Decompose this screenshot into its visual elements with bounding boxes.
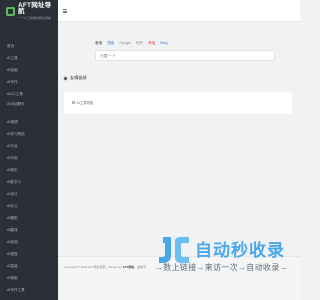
- copyright-prefix: Copyright © 2025 AFT网址导航 · Design by: [64, 265, 122, 269]
- sidebar-item[interactable]: AI翻译: [0, 224, 58, 236]
- brand-subtitle: 一个人工智能的网址导航: [17, 15, 51, 20]
- search-area: 常用 搜索 Google 知乎 淘宝 Bing: [95, 40, 275, 61]
- sidebar-item[interactable]: AI代码: [0, 152, 58, 164]
- sidebar-nav: 首页 AI工具 AI绘画 AI写作 AIGC工具 AI对话聊天 AI视频 AI学…: [0, 40, 58, 296]
- search-tab[interactable]: 搜索: [107, 41, 114, 46]
- search-box: [95, 50, 275, 61]
- sidebar-item[interactable]: AI学习网站: [0, 128, 58, 140]
- copyright: Copyright © 2025 AFT网址导航 · Design by AFT…: [64, 265, 146, 269]
- sidebar-item[interactable]: AIGC工具: [0, 88, 58, 100]
- watermark-title: 自动秒收录: [195, 241, 285, 260]
- sidebar-item[interactable]: AI平台: [0, 140, 58, 152]
- section-header: 友情链接: [63, 75, 87, 81]
- sidebar-item[interactable]: AI办公: [0, 200, 58, 212]
- copyright-brand-link[interactable]: AFT网址: [123, 265, 135, 269]
- sidebar-item[interactable]: AI写作工具: [0, 284, 58, 296]
- search-tab[interactable]: 淘宝: [148, 41, 155, 46]
- sidebar-item[interactable]: AI绘画: [0, 64, 58, 76]
- search-tabs: 常用 搜索 Google 知乎 淘宝 Bing: [95, 40, 275, 46]
- search-input[interactable]: [100, 53, 274, 58]
- watermark: 自动秒收录 →数上链接→来访一次→自动收录→: [155, 233, 295, 283]
- search-tab[interactable]: 常用: [95, 41, 102, 46]
- sidebar-item[interactable]: AI模型: [0, 212, 58, 224]
- copyright-suffix: · 备案号: [135, 265, 147, 269]
- sidebar-item[interactable]: AI搜索: [0, 272, 58, 284]
- sidebar-item[interactable]: AI对话聊天: [0, 100, 58, 116]
- logo-icon: [6, 6, 15, 16]
- friend-link[interactable]: AI工具导航: [72, 100, 93, 105]
- friend-link-label: AI工具导航: [76, 101, 94, 105]
- search-tab[interactable]: 知乎: [136, 41, 143, 46]
- watermark-subtitle: →数上链接→来访一次→自动收录→: [155, 263, 288, 272]
- brand-title: AFT网址导航: [17, 1, 52, 15]
- search-tab[interactable]: Bing: [160, 41, 167, 45]
- sidebar-item[interactable]: AI视频: [0, 116, 58, 128]
- tag-icon: [63, 75, 68, 81]
- friend-links-card: AI工具导航: [64, 92, 292, 114]
- sidebar-item[interactable]: AI数字人: [0, 176, 58, 188]
- link-icon: [72, 101, 75, 104]
- sidebar-item[interactable]: AI音乐: [0, 164, 58, 176]
- section-title: 友情链接: [70, 75, 87, 80]
- sidebar-item[interactable]: AI设计: [0, 188, 58, 200]
- sidebar: AFT网址导航 一个人工智能的网址导航 首页 AI工具 AI绘画 AI写作 AI…: [0, 0, 58, 300]
- topbar: [58, 0, 300, 22]
- sidebar-item[interactable]: AI语音: [0, 248, 58, 260]
- sidebar-item[interactable]: AI写作: [0, 76, 58, 88]
- sidebar-item[interactable]: AI智能: [0, 260, 58, 272]
- sidebar-item[interactable]: AI检测: [0, 236, 58, 248]
- sidebar-item[interactable]: AI工具: [0, 52, 58, 64]
- menu-icon[interactable]: [63, 9, 67, 13]
- search-tab[interactable]: Google: [119, 41, 131, 45]
- sidebar-item-home[interactable]: 首页: [0, 40, 58, 52]
- brand[interactable]: AFT网址导航 一个人工智能的网址导航: [0, 0, 58, 22]
